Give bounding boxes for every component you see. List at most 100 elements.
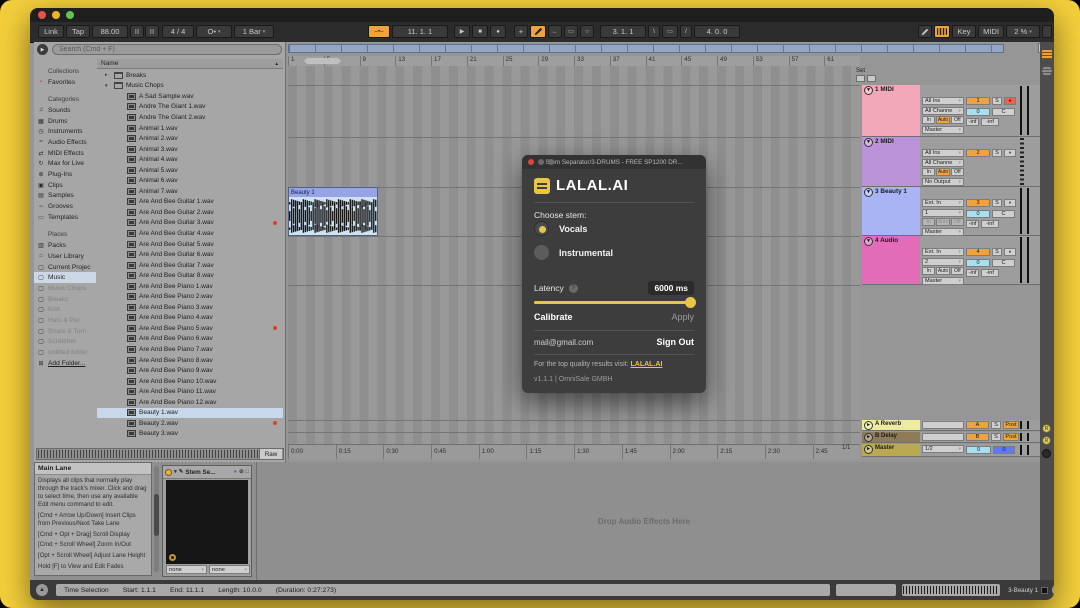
pan-center-indicator[interactable]: C [992,210,1015,218]
calibrate-button[interactable]: Calibrate [534,312,573,322]
master-volume-field[interactable]: 0 [993,446,1015,454]
track-header-2-midi[interactable]: ▾2 MIDI All Ins▾ All Channe▾ In Auto Off… [862,137,1040,187]
file-row[interactable]: Are And Bee Piano 8.wav [97,355,283,366]
file-row[interactable]: Are And Bee Guitar 7.wav [97,260,283,271]
file-row[interactable]: A Sad Sample.wav [97,91,283,102]
return-b-show-button[interactable]: R [1042,436,1051,445]
post-toggle[interactable]: Post [1003,433,1019,441]
loop-start-field[interactable]: 3. 1. 1 [600,25,646,38]
input-type-menu[interactable]: All Ins▾ [922,97,964,105]
pan-knob[interactable]: 0 [966,108,990,116]
stop-button[interactable]: ■ [472,25,488,38]
file-row[interactable]: ▸ Breaks [97,70,283,81]
sidebar-item[interactable]: ▦ Drums [34,116,96,127]
sidebar-item[interactable]: Collections [34,66,96,77]
cue-out-menu[interactable]: 1/2▾ [922,445,964,453]
preview-play-button[interactable]: ▶ [37,44,48,55]
file-row[interactable]: Beauty 2.wav [97,418,283,429]
monitor-off-button[interactable]: Off [951,116,964,124]
sidebar-item[interactable]: ▢ Music Chops [34,283,96,294]
track-header-1-midi[interactable]: ▾1 MIDI All Ins▾ All Channe▾ In Auto Off… [862,85,1040,137]
arm-record-button[interactable]: ● [1004,97,1016,105]
fold-track-icon[interactable]: ▾ [864,237,873,246]
fold-track-icon[interactable]: ▸ [864,445,873,454]
latency-value[interactable]: 6000 ms [648,281,694,295]
solo-button[interactable]: S [992,149,1002,157]
clip-selector[interactable]: 3-Beauty 1 [1004,584,1048,596]
file-row[interactable]: Are And Bee Guitar 3.wav [97,218,283,229]
pan-knob[interactable]: 0 [966,259,990,267]
file-row[interactable]: Animal 6.wav [97,175,283,186]
pan-center-indicator[interactable]: C [992,259,1015,267]
file-row[interactable]: Are And Bee Piano 5.wav [97,323,283,334]
fold-track-icon[interactable]: ▾ [864,188,873,197]
arrangement-overview[interactable] [288,44,1004,53]
device-title-bar[interactable]: ▾ ✎ Stem Se... ● ⊘ □ [163,466,251,479]
file-row[interactable]: Are And Bee Guitar 2.wav [97,207,283,218]
audio-clip-beauty-1[interactable]: Beauty 1 [288,187,378,236]
punch-out-button[interactable]: / [680,25,692,38]
overload-indicator[interactable]: ▲ [1052,584,1054,596]
loop-marker-button[interactable] [867,75,876,82]
sidebar-item[interactable]: ▭ Templates [34,212,96,223]
maximize-window-button[interactable] [66,11,74,19]
info-scrollbar[interactable] [154,466,159,572]
sidebar-item[interactable]: ▤ Samples [34,191,96,202]
track-activator[interactable]: 3 [966,199,990,207]
add-locator-button[interactable]: + [514,25,528,38]
track-activator[interactable]: B [966,433,989,441]
tempo-field[interactable]: 88.00 [92,25,128,38]
sidebar-item[interactable]: ≈ Audio Effects [34,137,96,148]
sidebar-item[interactable]: ▢ untitled folder [34,347,96,358]
file-row[interactable]: Animal 3.wav [97,144,283,155]
sidebar-item[interactable]: ▢ Breaks [34,294,96,305]
sidebar-item[interactable]: ▪ Favorites [34,77,96,88]
help-icon[interactable]: ? [569,284,578,293]
scrollbar-thumb[interactable] [154,494,159,536]
session-record-box-button[interactable]: ▭ [564,25,578,38]
file-row[interactable]: Are And Bee Piano 6.wav [97,334,283,345]
track-name[interactable]: A Reverb [875,421,901,427]
file-row[interactable]: Are And Bee Piano 12.wav [97,397,283,408]
quantize-menu[interactable]: 1 Bar▾ [234,25,274,38]
io-mixer-section-icon[interactable] [1042,50,1052,59]
sidebar-item[interactable]: ▢ Music [34,272,96,283]
close-window-button[interactable] [38,11,46,19]
file-row[interactable]: Are And Bee Piano 10.wav [97,376,283,387]
input-type-menu[interactable]: Ext. In▾ [922,199,964,207]
metronome-menu[interactable]: O•▾ [196,25,232,38]
track-activator[interactable]: 1 [966,97,990,105]
track-activator[interactable]: 2 [966,149,990,157]
chevron-down-icon[interactable]: ▾ [174,469,177,475]
minimize-window-button[interactable] [52,11,60,19]
output-menu[interactable]: Master▾ [922,277,964,285]
radio-selected-icon[interactable] [534,221,549,236]
time-ruler[interactable]: 0:000:150:300:451:001:151:301:452:002:15… [288,444,860,459]
sidebar-item[interactable]: ∼ Grooves [34,201,96,212]
file-row[interactable]: Are And Bee Guitar 1.wav [97,197,283,208]
set-label[interactable]: Set [856,68,882,74]
sidebar-item[interactable]: ▥ Packs [34,240,96,251]
device-param-menu-left[interactable]: none▾ [166,565,207,574]
monitor-auto-button[interactable]: Auto [936,168,949,176]
input-channel-menu[interactable]: All Channe▾ [922,107,964,115]
loop-switch-button[interactable]: ▭ [662,25,678,38]
file-row[interactable]: Are And Bee Piano 7.wav [97,344,283,355]
pan-knob[interactable]: 0 [966,210,990,218]
slider-knob[interactable] [685,297,696,308]
master-knob[interactable] [1042,449,1051,458]
stem-option-vocals[interactable]: Vocals [534,221,587,236]
lalal-link[interactable]: LALAL.AI [631,361,663,368]
track-name[interactable]: 3 Beauty 1 [875,188,907,195]
file-row[interactable]: Animal 1.wav [97,123,283,134]
monitor-off-button[interactable]: Off [951,168,964,176]
clip-title-bar[interactable]: Beauty 1 [289,188,377,197]
solo-button[interactable]: S [991,433,1001,441]
return-input-menu[interactable] [922,421,964,429]
file-row[interactable]: Are And Bee Guitar 5.wav [97,239,283,250]
close-icon[interactable] [528,159,534,165]
send-field[interactable]: -inf [981,118,999,126]
arm-record-button[interactable]: ● [1004,248,1016,256]
fold-track-icon[interactable]: ▾ [864,138,873,147]
nudge-down-icon[interactable]: ||| [130,25,144,38]
